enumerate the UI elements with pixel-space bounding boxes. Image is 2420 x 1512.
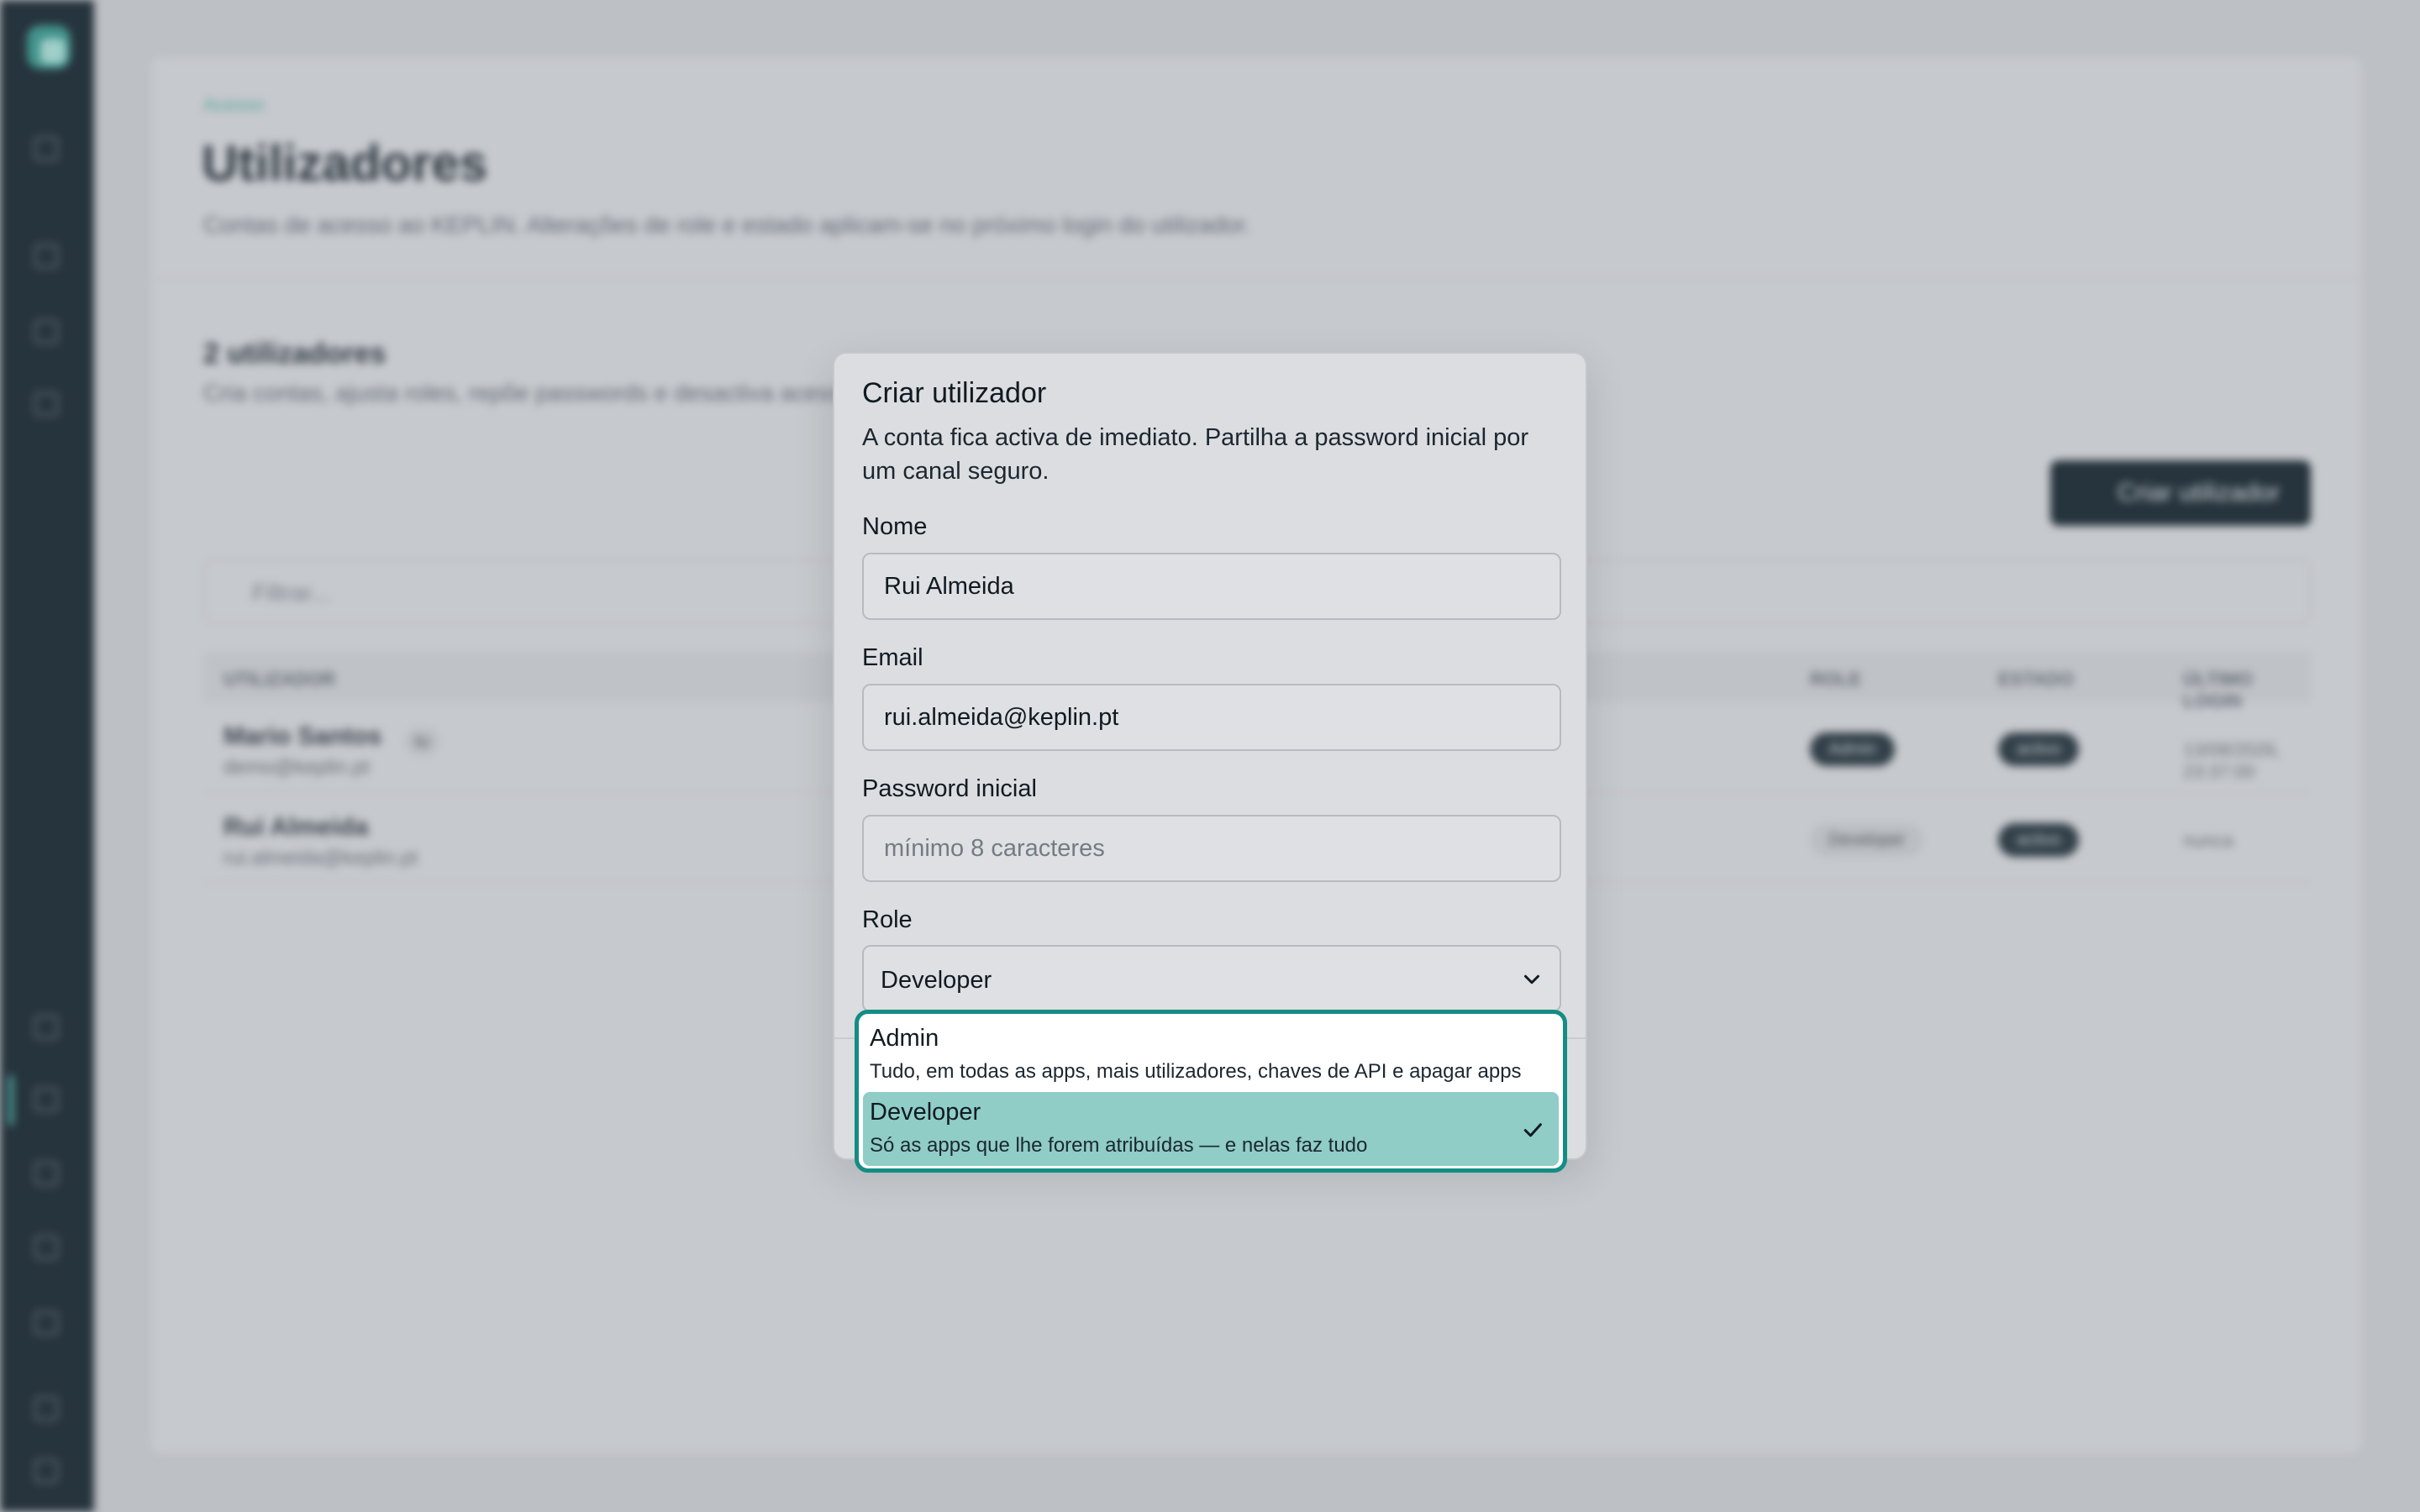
dialog-title: Criar utilizador bbox=[862, 377, 1047, 409]
email-input[interactable] bbox=[862, 684, 1561, 751]
chevron-down-icon bbox=[1524, 974, 1539, 984]
password-label: Password inicial bbox=[862, 775, 1037, 802]
option-title: Developer bbox=[870, 1099, 981, 1126]
role-option-developer[interactable]: Developer Só as apps que lhe forem atrib… bbox=[863, 1092, 1559, 1166]
role-select[interactable]: Developer bbox=[862, 945, 1561, 1012]
email-label: Email bbox=[862, 644, 923, 671]
option-description: Tudo, em todas as apps, mais utilizadore… bbox=[870, 1060, 1522, 1083]
check-icon bbox=[1523, 1123, 1542, 1137]
option-description: Só as apps que lhe forem atribuídas — e … bbox=[870, 1134, 1368, 1157]
role-listbox: Admin Tudo, em todas as apps, mais utili… bbox=[855, 1010, 1567, 1173]
option-title: Admin bbox=[870, 1025, 939, 1052]
role-label: Role bbox=[862, 906, 913, 933]
dialog-description: A conta fica activa de imediato. Partilh… bbox=[862, 424, 1529, 485]
name-input[interactable] bbox=[862, 553, 1561, 620]
password-input[interactable] bbox=[862, 815, 1561, 882]
role-option-admin[interactable]: Admin Tudo, em todas as apps, mais utili… bbox=[863, 1018, 1559, 1092]
name-label: Nome bbox=[862, 513, 928, 540]
role-select-value: Developer bbox=[881, 967, 992, 994]
